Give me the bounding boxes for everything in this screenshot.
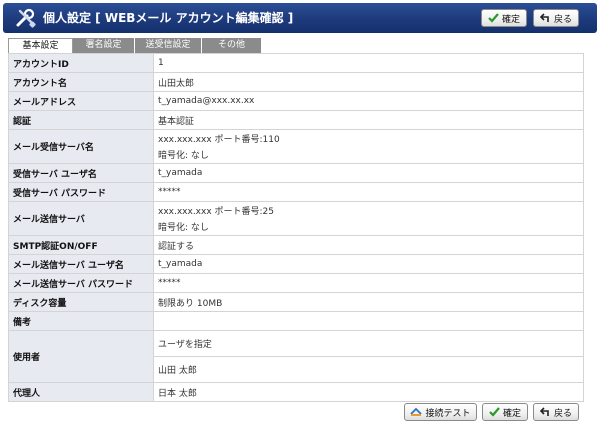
row-value: t_yamada@xxx.xx.xx: [153, 91, 584, 111]
tab-basic-settings[interactable]: 基本設定: [8, 38, 73, 54]
back-arrow-icon: [539, 407, 549, 416]
table-row: メールアドレス t_yamada@xxx.xx.xx: [8, 91, 584, 111]
table-row: メール送信サーバ パスワード *****: [8, 273, 584, 293]
row-label: 受信サーバ ユーザ名: [8, 163, 154, 183]
table-row: アカウントID 1: [8, 53, 584, 73]
table-row: メール送信サーバ ユーザ名 t_yamada: [8, 254, 584, 274]
table-row: SMTP認証ON/OFF 認証する: [8, 235, 584, 255]
row-value: xxx.xxx.xxx ポート番号:25 暗号化: なし: [153, 201, 584, 236]
connection-test-button[interactable]: 接続テスト: [404, 403, 477, 421]
table-row: メール受信サーバ名 xxx.xxx.xxx ポート番号:110 暗号化: なし: [8, 129, 584, 164]
confirm-button-bottom[interactable]: 確定: [482, 403, 528, 421]
row-label: 認証: [8, 110, 154, 130]
connection-test-icon: [410, 407, 423, 416]
encryption-value: 暗号化: なし: [158, 151, 209, 161]
row-label: アカウント名: [8, 72, 154, 92]
row-value: ユーザを指定 山田 太郎: [153, 330, 584, 383]
table-row: ディスク容量 制限あり 10MB: [8, 292, 584, 312]
row-value: 制限あり 10MB: [153, 292, 584, 312]
row-value: 日本 太郎: [153, 382, 584, 402]
row-label: 使用者: [8, 330, 154, 383]
table-row: 認証 基本認証: [8, 110, 584, 130]
check-icon: [489, 407, 500, 417]
table-row: メール送信サーバ xxx.xxx.xxx ポート番号:25 暗号化: なし: [8, 201, 584, 236]
row-label: メール送信サーバ ユーザ名: [8, 254, 154, 274]
row-label: SMTP認証ON/OFF: [8, 235, 154, 255]
page-title: 個人設定 [ WEBメール アカウント編集確認 ]: [43, 11, 294, 25]
back-arrow-icon: [539, 13, 549, 22]
server-address: xxx.xxx.xxx ポート番号:25: [158, 207, 275, 217]
connection-test-label: 接続テスト: [425, 408, 471, 419]
back-button-top[interactable]: 戻る: [533, 9, 579, 27]
confirm-button-top[interactable]: 確定: [481, 9, 527, 27]
check-icon: [488, 13, 499, 23]
table-row: 備考: [8, 311, 584, 331]
user-name: 山田 太郎: [158, 366, 197, 376]
table-row: 代理人 日本 太郎: [8, 382, 584, 402]
back-button-bottom[interactable]: 戻る: [533, 403, 579, 421]
row-value: *****: [153, 182, 584, 202]
row-value: 認証する: [153, 235, 584, 255]
back-label: 戻る: [553, 408, 572, 419]
table-row: 受信サーバ ユーザ名 t_yamada: [8, 163, 584, 183]
tab-send-receive-settings[interactable]: 送受信設定: [135, 38, 202, 53]
row-label: メール受信サーバ名: [8, 129, 154, 164]
table-row: アカウント名 山田太郎: [8, 72, 584, 92]
account-info-table: アカウントID 1 アカウント名 山田太郎 メールアドレス t_yamada@x…: [8, 53, 584, 402]
tab-signature-settings[interactable]: 署名設定: [73, 38, 135, 53]
row-label: メール送信サーバ: [8, 201, 154, 236]
table-row: 使用者 ユーザを指定 山田 太郎: [8, 330, 584, 383]
server-address: xxx.xxx.xxx ポート番号:110: [158, 135, 280, 145]
row-label: ディスク容量: [8, 292, 154, 312]
row-value: 山田太郎: [153, 72, 584, 92]
back-label: 戻る: [553, 14, 572, 25]
row-label: アカウントID: [8, 53, 154, 73]
row-label: メール送信サーバ パスワード: [8, 273, 154, 293]
row-value: 1: [153, 53, 584, 73]
tools-icon: [16, 8, 36, 28]
row-value: *****: [153, 273, 584, 293]
tab-other[interactable]: その他: [202, 38, 262, 53]
row-value: t_yamada: [153, 163, 584, 183]
row-value: xxx.xxx.xxx ポート番号:110 暗号化: なし: [153, 129, 584, 164]
row-label: メールアドレス: [8, 91, 154, 111]
row-label: 備考: [8, 311, 154, 331]
encryption-value: 暗号化: なし: [158, 223, 209, 233]
confirm-label: 確定: [502, 408, 521, 419]
page-header: 個人設定 [ WEBメール アカウント編集確認 ] 確定 戻る: [3, 3, 597, 33]
confirm-label: 確定: [501, 14, 520, 25]
row-value: [153, 311, 584, 331]
row-value: t_yamada: [153, 254, 584, 274]
row-label: 受信サーバ パスワード: [8, 182, 154, 202]
row-label: 代理人: [8, 382, 154, 402]
table-row: 受信サーバ パスワード *****: [8, 182, 584, 202]
user-mode: ユーザを指定: [154, 331, 583, 357]
row-value: 基本認証: [153, 110, 584, 130]
